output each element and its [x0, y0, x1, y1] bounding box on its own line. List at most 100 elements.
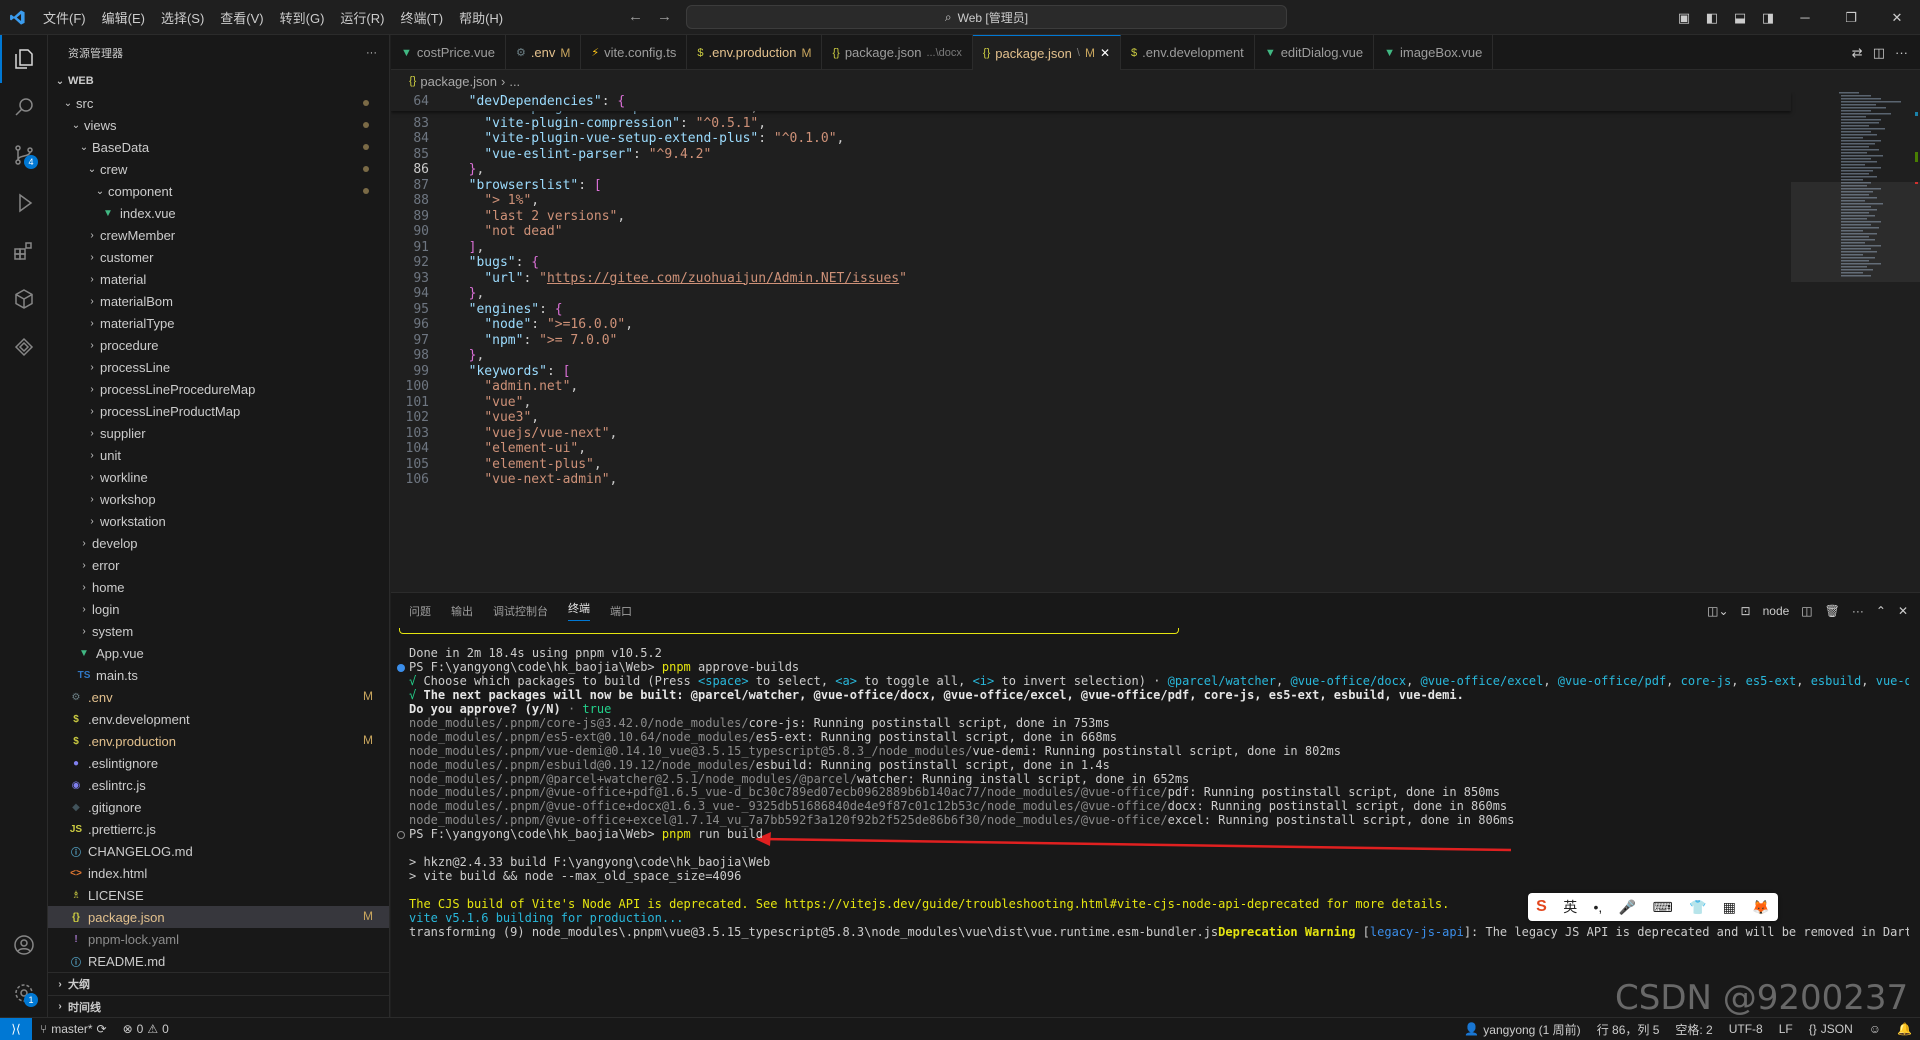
menu-item[interactable]: 转到(G): [272, 8, 333, 27]
tree-file-pnpm-lock-yaml[interactable]: ! pnpm-lock.yaml: [48, 928, 389, 950]
extensions-icon[interactable]: [0, 227, 48, 275]
maximize-panel-icon[interactable]: ⌃: [1876, 604, 1886, 618]
language-mode[interactable]: {} JSON: [1801, 1022, 1861, 1036]
git-branch[interactable]: ⑂ master* ⟳: [32, 1022, 115, 1036]
editor-tab[interactable]: $ .env.production M: [687, 35, 823, 70]
tree-file-env-production[interactable]: $ .env.production M: [48, 730, 389, 752]
forward-arrow-icon[interactable]: →: [657, 8, 672, 25]
back-arrow-icon[interactable]: ←: [628, 8, 643, 25]
tree-folder-materialtype[interactable]: › materialType: [48, 312, 389, 334]
compare-changes-icon[interactable]: ⇄: [1852, 45, 1863, 61]
menu-item[interactable]: 选择(S): [153, 8, 212, 27]
sticky-scroll-line[interactable]: 64 "devDependencies": {: [391, 92, 1791, 111]
code-line[interactable]: 106 "vue-next-admin",: [391, 470, 1791, 489]
tree-folder-workshop[interactable]: › workshop: [48, 488, 389, 510]
breadcrumb-symbol[interactable]: ...: [509, 74, 520, 89]
tree-folder-crew[interactable]: ⌄ crew: [48, 158, 389, 180]
tree-folder-materialbom[interactable]: › materialBom: [48, 290, 389, 312]
panel-tab[interactable]: 问题: [409, 603, 431, 619]
outline-section[interactable]: › 大纲: [48, 973, 390, 995]
close-tab-icon[interactable]: ✕: [1100, 46, 1110, 60]
split-terminal-icon[interactable]: ◫⌄: [1707, 604, 1728, 618]
split-editor-icon[interactable]: ◫: [1873, 45, 1885, 61]
tree-folder-home[interactable]: › home: [48, 576, 389, 598]
more-actions-icon[interactable]: ···: [366, 47, 377, 59]
tree-folder-error[interactable]: › error: [48, 554, 389, 576]
editor-tab[interactable]: ⚡ vite.config.ts: [581, 35, 688, 70]
toggle-sidebar-icon[interactable]: ◧: [1698, 10, 1726, 26]
panel-tab[interactable]: 终端: [568, 600, 590, 621]
editor-tab[interactable]: {} package.json ...\docx: [822, 35, 973, 70]
tree-file-changelog-md[interactable]: ⓘ CHANGELOG.md: [48, 840, 389, 862]
skin-icon[interactable]: 👕: [1689, 899, 1706, 916]
remote-indicator-icon[interactable]: ⟩⟨: [0, 1017, 32, 1040]
minimize-button[interactable]: ─: [1782, 10, 1828, 25]
search-activity-icon[interactable]: [0, 83, 48, 131]
terminal-output[interactable]: Done in 2m 18.4s using pnpm v10.5.2 PS F:…: [391, 628, 1920, 1018]
tree-file-app-vue[interactable]: ▼ App.vue: [48, 642, 389, 664]
account-icon[interactable]: [0, 921, 48, 969]
remote-explorer-icon[interactable]: [0, 275, 48, 323]
tree-file-gitignore[interactable]: ◆ .gitignore: [48, 796, 389, 818]
ime-language-toggle[interactable]: 英: [1563, 897, 1577, 917]
end-of-line[interactable]: LF: [1771, 1022, 1801, 1036]
explorer-icon[interactable]: [0, 35, 48, 83]
panel-tab[interactable]: 输出: [451, 603, 473, 619]
close-panel-icon[interactable]: ✕: [1898, 604, 1908, 618]
editor-tab[interactable]: ▼ imageBox.vue: [1374, 35, 1494, 70]
cursor-position[interactable]: 行 86，列 5: [1589, 1021, 1668, 1038]
mascot-icon[interactable]: 🦊: [1752, 899, 1769, 916]
toolbox-icon[interactable]: ▦: [1723, 899, 1736, 916]
code-editor[interactable]: 82 "vite-plugin-cdn-import": "^0.3.5",83…: [391, 92, 1920, 592]
breadcrumb-file[interactable]: package.json: [420, 74, 497, 89]
editor-tab[interactable]: ▼ costPrice.vue: [391, 35, 506, 70]
tree-file-index-vue[interactable]: ▼ index.vue: [48, 202, 389, 224]
toggle-panel-icon[interactable]: ⬓: [1726, 10, 1754, 26]
keyboard-icon[interactable]: ⌨: [1652, 899, 1672, 916]
tree-folder-system[interactable]: › system: [48, 620, 389, 642]
git-blame[interactable]: 👤 yangyong (1 周前): [1456, 1021, 1588, 1038]
timeline-section[interactable]: › 时间线: [48, 995, 390, 1017]
copilot-icon[interactable]: ☺: [1861, 1022, 1889, 1036]
menu-item[interactable]: 帮助(H): [451, 8, 511, 27]
manage-gear-icon[interactable]: 1: [0, 969, 48, 1017]
notifications-bell-icon[interactable]: 🔔: [1889, 1022, 1920, 1036]
trash-icon[interactable]: 🗑: [1825, 604, 1840, 618]
punctuation-icon[interactable]: •,: [1594, 899, 1603, 915]
restore-button[interactable]: ❐: [1828, 10, 1874, 26]
terminal-name[interactable]: node: [1763, 604, 1790, 618]
encoding[interactable]: UTF-8: [1721, 1022, 1771, 1036]
tree-file-license[interactable]: ♗ LICENSE: [48, 884, 389, 906]
menu-item[interactable]: 查看(V): [212, 8, 271, 27]
tree-folder-customer[interactable]: › customer: [48, 246, 389, 268]
tree-file-env[interactable]: ⚙ .env M: [48, 686, 389, 708]
tree-file-env-development[interactable]: $ .env.development: [48, 708, 389, 730]
menu-item[interactable]: 编辑(E): [94, 8, 153, 27]
tree-folder-processlineproceduremap[interactable]: › processLineProcedureMap: [48, 378, 389, 400]
editor-tab[interactable]: {} package.json \ M ✕: [972, 35, 1122, 70]
workspace-root[interactable]: ⌄ WEB: [48, 70, 389, 92]
command-center-search[interactable]: ⌕ Web [管理员]: [686, 5, 1287, 29]
tree-folder-unit[interactable]: › unit: [48, 444, 389, 466]
minimap[interactable]: [1791, 92, 1920, 592]
tree-file-prettierrc-js[interactable]: JS .prettierrc.js: [48, 818, 389, 840]
more-actions-icon[interactable]: ···: [1852, 604, 1864, 618]
editor-tab[interactable]: $ .env.development: [1121, 35, 1255, 70]
panel-tab[interactable]: 调试控制台: [493, 603, 548, 619]
panel-tab[interactable]: 端口: [610, 603, 632, 619]
tree-folder-basedata[interactable]: ⌄ BaseData: [48, 136, 389, 158]
more-actions-icon[interactable]: ···: [1895, 45, 1908, 60]
command-decoration-icon[interactable]: [397, 663, 405, 672]
tree-folder-src[interactable]: ⌄ src: [48, 92, 389, 114]
tongyi-lingma-icon[interactable]: [0, 323, 48, 371]
customize-layout-icon[interactable]: ▣: [1670, 10, 1698, 26]
editor-tab[interactable]: ⚙ .env M: [506, 35, 582, 70]
tree-folder-login[interactable]: › login: [48, 598, 389, 620]
menu-item[interactable]: 运行(R): [332, 8, 392, 27]
tree-folder-component[interactable]: ⌄ component: [48, 180, 389, 202]
tree-folder-processlineproductmap[interactable]: › processLineProductMap: [48, 400, 389, 422]
tree-file-index-html[interactable]: <> index.html: [48, 862, 389, 884]
problems-indicator[interactable]: ⊗ 0 ⚠ 0: [115, 1022, 177, 1036]
microphone-icon[interactable]: 🎤: [1619, 899, 1636, 916]
tree-file-eslintignore[interactable]: ● .eslintignore: [48, 752, 389, 774]
